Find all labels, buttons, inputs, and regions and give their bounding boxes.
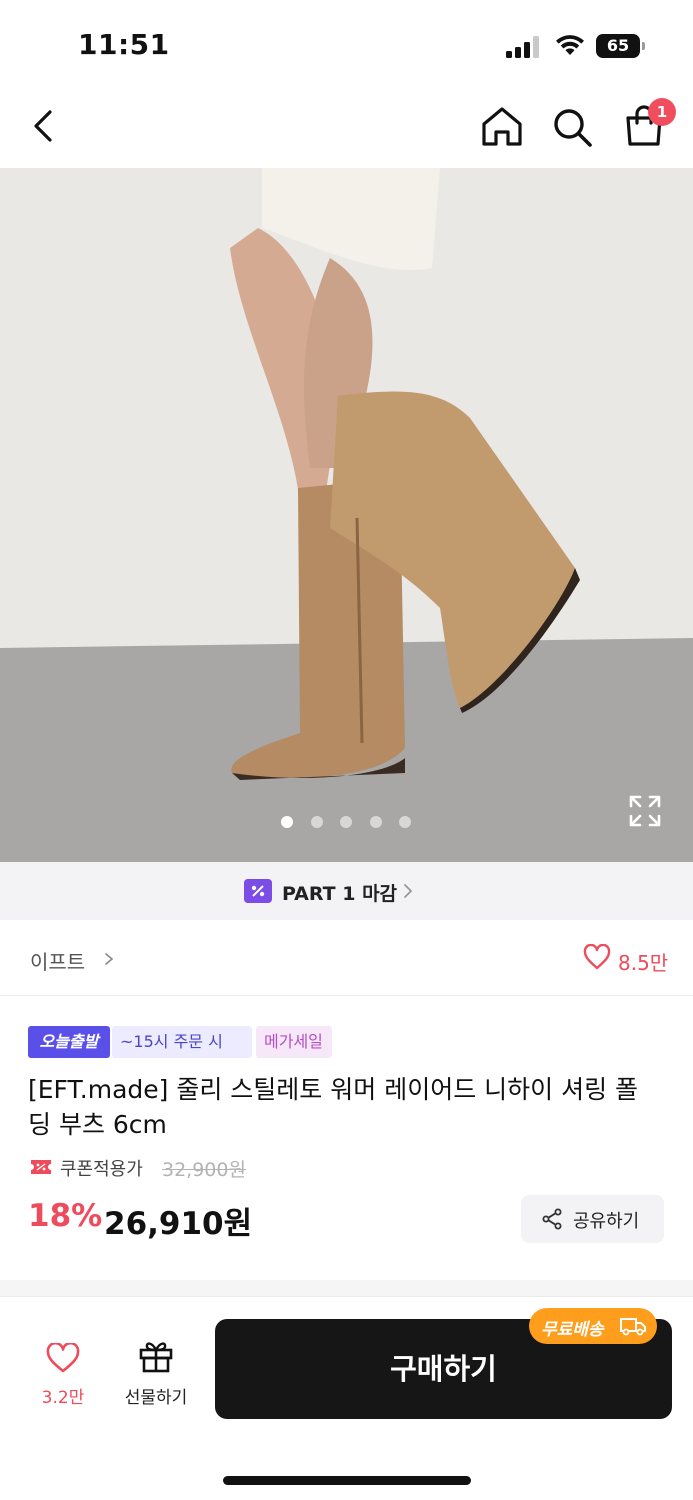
wishlist-count: 3.2만	[41, 1388, 85, 1408]
chevron-right-icon	[105, 953, 114, 965]
expand-fullscreen-icon[interactable]	[628, 794, 662, 828]
heart-icon[interactable]	[583, 944, 611, 970]
carousel-dots	[0, 814, 693, 832]
search-icon[interactable]	[548, 100, 596, 152]
status-bar: 11:51 65	[0, 0, 693, 90]
brand-like-count: 8.5만	[618, 951, 669, 975]
bottom-action-bar: 3.2만 선물하기 구매하기 무료배송	[0, 1296, 693, 1500]
product-title: [EFT.made] 줄리 스틸레토 워머 레이어드 니하이 셔링 폴딩 부츠 …	[28, 1075, 639, 1139]
cart-count-badge: 1	[648, 98, 676, 126]
product-photo	[0, 168, 693, 862]
carousel-dot-1[interactable]	[281, 816, 293, 828]
share-button[interactable]: 공유하기	[521, 1195, 664, 1243]
wifi-icon	[556, 35, 584, 55]
carousel-dot-5[interactable]	[399, 816, 411, 828]
heart-icon	[46, 1343, 80, 1373]
free-shipping-label: 무료배송	[541, 1320, 604, 1340]
gift-button[interactable]: 선물하기	[112, 1339, 200, 1411]
carousel-dot-4[interactable]	[370, 816, 382, 828]
coupon-label: 쿠폰적용가	[60, 1159, 143, 1180]
percent-coupon-icon	[244, 879, 272, 903]
product-image[interactable]	[0, 168, 693, 862]
brand-row: 이프트 8.5만	[0, 920, 693, 996]
carousel-dot-3[interactable]	[340, 816, 352, 828]
battery-cap	[642, 42, 645, 50]
truck-icon	[620, 1318, 646, 1336]
sale-price: 26,910원	[104, 1206, 253, 1242]
top-nav-bar	[0, 90, 693, 168]
order-cutoff-tag: ~15시 주문 시	[112, 1026, 252, 1058]
share-icon	[542, 1208, 562, 1230]
wishlist-button[interactable]: 3.2만	[30, 1339, 96, 1411]
original-price: 32,900원	[162, 1159, 246, 1181]
part-banner-text: PART 1 마감	[282, 883, 398, 905]
brand-name-link[interactable]: 이프트	[30, 946, 85, 975]
carousel-dot-2[interactable]	[311, 816, 323, 828]
home-indicator[interactable]	[223, 1476, 471, 1485]
section-divider	[0, 1280, 693, 1296]
share-label: 공유하기	[573, 1211, 640, 1232]
chevron-right-icon	[404, 884, 413, 898]
back-arrow-icon[interactable]	[20, 100, 68, 152]
mega-sale-tag: 메가세일	[256, 1026, 332, 1058]
gift-label: 선물하기	[124, 1388, 188, 1408]
free-shipping-badge: 무료배송	[529, 1308, 657, 1344]
today-ship-tag: 오늘출발	[28, 1026, 110, 1058]
battery-level: 65	[596, 34, 640, 58]
gift-icon	[139, 1342, 173, 1373]
discount-rate: 18%	[28, 1198, 103, 1234]
part-deadline-banner[interactable]: PART 1 마감	[0, 862, 693, 920]
cellular-signal-icon	[506, 36, 539, 58]
coupon-ticket-icon	[31, 1160, 51, 1174]
battery-indicator: 65	[596, 34, 646, 58]
home-icon[interactable]	[478, 100, 526, 152]
status-time: 11:51	[78, 28, 170, 61]
